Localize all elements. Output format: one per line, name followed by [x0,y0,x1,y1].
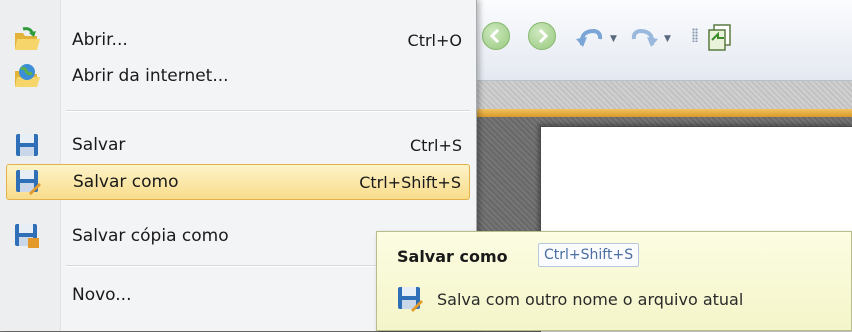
undo-icon[interactable] [572,22,603,52]
menu-item-shortcut: Ctrl+S [409,135,462,155]
menu-item-label: Salvar [72,135,126,155]
floppy-disk-icon [12,130,42,160]
floppy-disk-copy-icon [12,221,42,251]
menu-item-label: Salvar como [73,172,179,192]
menu-item-shortcut: Ctrl+O [407,30,462,50]
back-icon[interactable] [482,22,510,50]
tooltip-shortcut: Ctrl+Shift+S [538,243,640,267]
menu-separator [66,110,470,112]
floppy-disk-save-as-icon [397,286,423,316]
forward-icon[interactable] [528,22,556,50]
menu-item-salvar[interactable]: Salvar Ctrl+S [6,127,470,163]
tooltip-title: Salvar como [397,247,508,266]
toolbar-grip[interactable] [692,28,698,42]
globe-folder-icon [12,61,42,91]
menu-item-salvar-como[interactable]: Salvar como Ctrl+Shift+S [6,164,470,200]
menu-item-label: Abrir da internet... [72,66,229,86]
undo-dropdown-icon[interactable]: ▼ [610,34,617,44]
redo-dropdown-icon[interactable]: ▼ [664,34,671,44]
menu-item-abrir[interactable]: Abrir... Ctrl+O [6,22,470,58]
menu-item-empty-icon-slot [12,280,42,310]
menu-item-abrir-da-internet[interactable]: Abrir da internet... [6,58,470,94]
floppy-disk-save-as-icon [13,167,43,197]
menu-item-label: Abrir... [72,30,128,50]
tooltip: Salvar como Ctrl+Shift+S Salva com outro… [376,231,852,331]
copy-page-icon[interactable] [706,22,736,52]
menu-item-shortcut: Ctrl+Shift+S [359,172,461,192]
redo-icon[interactable] [628,22,658,52]
tooltip-description: Salva com outro nome o arquivo atual [437,290,744,309]
folder-open-icon [12,25,42,55]
